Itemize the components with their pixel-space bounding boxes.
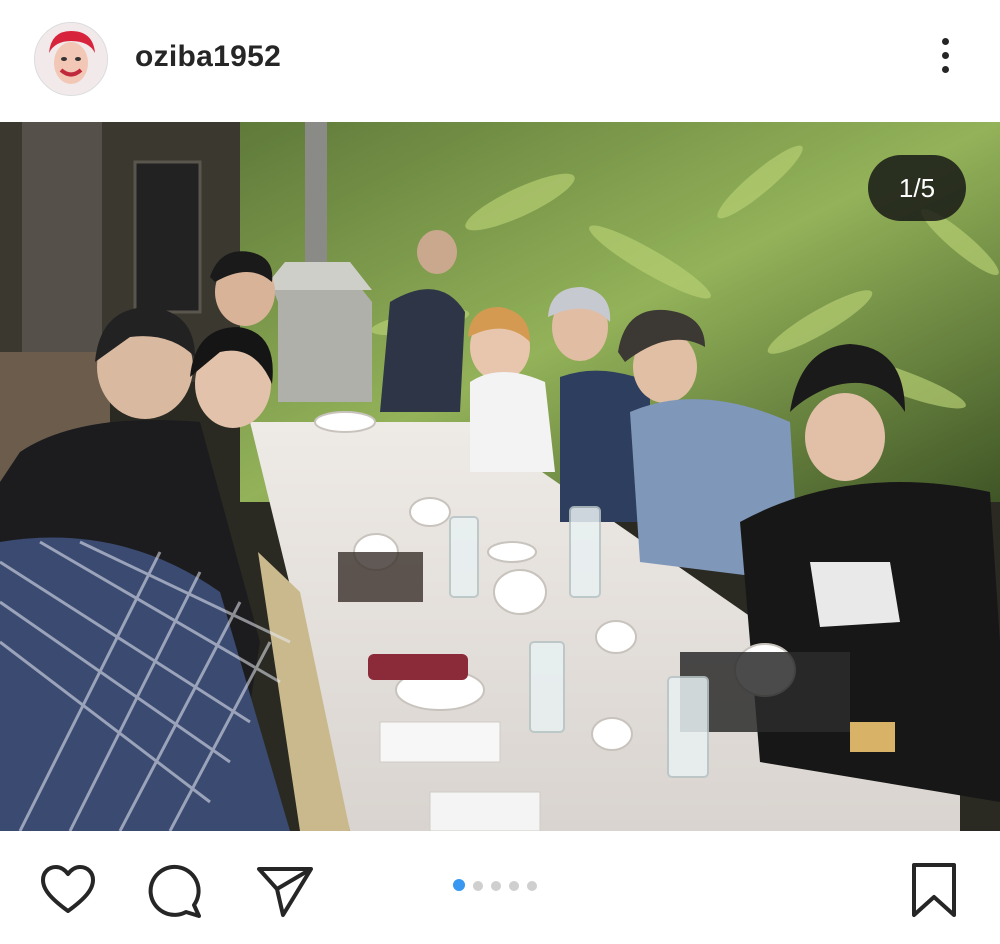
avatar-image — [35, 23, 107, 95]
post-photo[interactable] — [0, 122, 1000, 831]
carousel-indicator — [453, 878, 545, 892]
dinner-party-photo — [0, 122, 1000, 831]
heart-icon[interactable] — [38, 861, 98, 921]
comment-icon[interactable] — [145, 861, 205, 921]
carousel-dot-1[interactable] — [453, 879, 465, 891]
carousel-dot-2[interactable] — [473, 881, 483, 891]
avatar[interactable] — [34, 22, 108, 96]
carousel-dot-4[interactable] — [509, 881, 519, 891]
carousel-dot-5[interactable] — [527, 881, 537, 891]
send-icon[interactable] — [255, 861, 315, 921]
carousel-dot-3[interactable] — [491, 881, 501, 891]
slide-counter: 1/5 — [868, 155, 966, 221]
more-options-icon[interactable] — [930, 38, 960, 82]
bookmark-icon[interactable] — [905, 861, 965, 921]
username[interactable]: oziba1952 — [135, 40, 281, 74]
post-header: oziba1952 — [0, 0, 1000, 122]
